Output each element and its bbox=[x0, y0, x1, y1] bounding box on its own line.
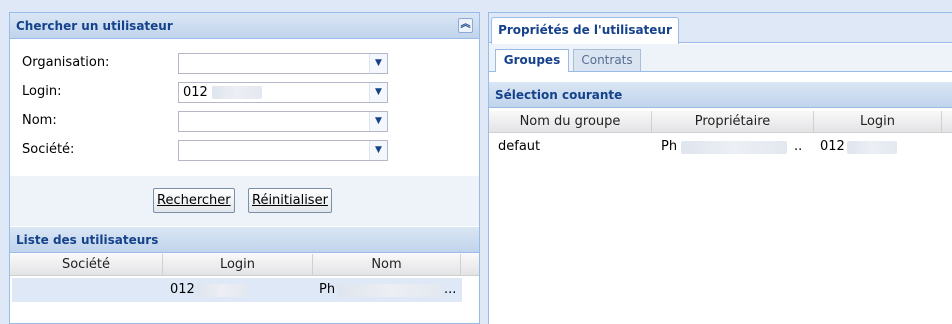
chevron-down-icon[interactable]: ▼ bbox=[369, 141, 387, 160]
nom-label: Nom: bbox=[22, 113, 57, 128]
tab-user-properties[interactable]: Propriétés de l'utilisateur bbox=[491, 17, 679, 44]
redacted-text bbox=[681, 141, 787, 154]
col-societe[interactable]: Société bbox=[10, 254, 163, 276]
col-owner[interactable]: Propriétaire bbox=[652, 111, 814, 133]
properties-tab-strip: Propriétés de l'utilisateur bbox=[489, 13, 952, 44]
login-label: Login: bbox=[22, 84, 62, 99]
groups-grid-header: Nom du groupe Propriétaire Login bbox=[489, 111, 952, 133]
user-properties-panel: Propriétés de l'utilisateur Groupes Cont… bbox=[488, 12, 952, 324]
redacted-text bbox=[211, 86, 262, 99]
tab-groupes[interactable]: Groupes bbox=[495, 49, 569, 72]
collapse-icon[interactable]: ︽ bbox=[458, 18, 473, 33]
reset-button[interactable]: Réinitialiser bbox=[248, 188, 332, 213]
redacted-text bbox=[338, 284, 443, 297]
col-login[interactable]: Login bbox=[814, 111, 942, 133]
redacted-text bbox=[847, 141, 897, 154]
users-list-header: Liste des utilisateurs bbox=[10, 227, 479, 253]
search-panel-title: Chercher un utilisateur bbox=[16, 19, 173, 33]
col-login[interactable]: Login bbox=[163, 254, 313, 276]
login-value: 012 bbox=[183, 85, 208, 100]
chevron-down-icon[interactable]: ▼ bbox=[369, 83, 387, 102]
tab-contrats[interactable]: Contrats bbox=[573, 49, 641, 71]
redacted-text bbox=[197, 284, 247, 297]
subtab-strip: Groupes Contrats bbox=[489, 44, 952, 72]
chevron-down-icon[interactable]: ▼ bbox=[369, 54, 387, 73]
organisation-select[interactable]: ▼ bbox=[178, 53, 388, 74]
search-button-bar: Rechercher Réinitialiser bbox=[10, 176, 479, 226]
users-list-title: Liste des utilisateurs bbox=[16, 233, 159, 247]
organisation-label: Organisation: bbox=[22, 55, 110, 70]
search-panel-header: Chercher un utilisateur ︽ bbox=[10, 13, 479, 39]
table-row[interactable]: defaut Ph .. 012 bbox=[489, 135, 941, 159]
selection-title: Sélection courante bbox=[495, 88, 623, 102]
search-button[interactable]: Rechercher bbox=[153, 188, 235, 213]
societe-label: Société: bbox=[22, 142, 75, 157]
users-grid-header: Société Login Nom bbox=[10, 254, 479, 276]
nom-select[interactable]: ▼ bbox=[178, 111, 388, 132]
selection-header: Sélection courante bbox=[489, 82, 952, 108]
search-form: Organisation: ▼ Login: 012 ▼ Nom: ▼ Soci… bbox=[10, 39, 479, 175]
col-group-name[interactable]: Nom du groupe bbox=[489, 111, 652, 133]
table-row[interactable]: 012 Ph ... bbox=[12, 278, 462, 302]
user-search-panel: Chercher un utilisateur ︽ Organisation: … bbox=[9, 12, 480, 324]
col-nom[interactable]: Nom bbox=[313, 254, 461, 276]
chevron-down-icon[interactable]: ▼ bbox=[369, 112, 387, 131]
login-select[interactable]: 012 ▼ bbox=[178, 82, 388, 103]
societe-select[interactable]: ▼ bbox=[178, 140, 388, 161]
